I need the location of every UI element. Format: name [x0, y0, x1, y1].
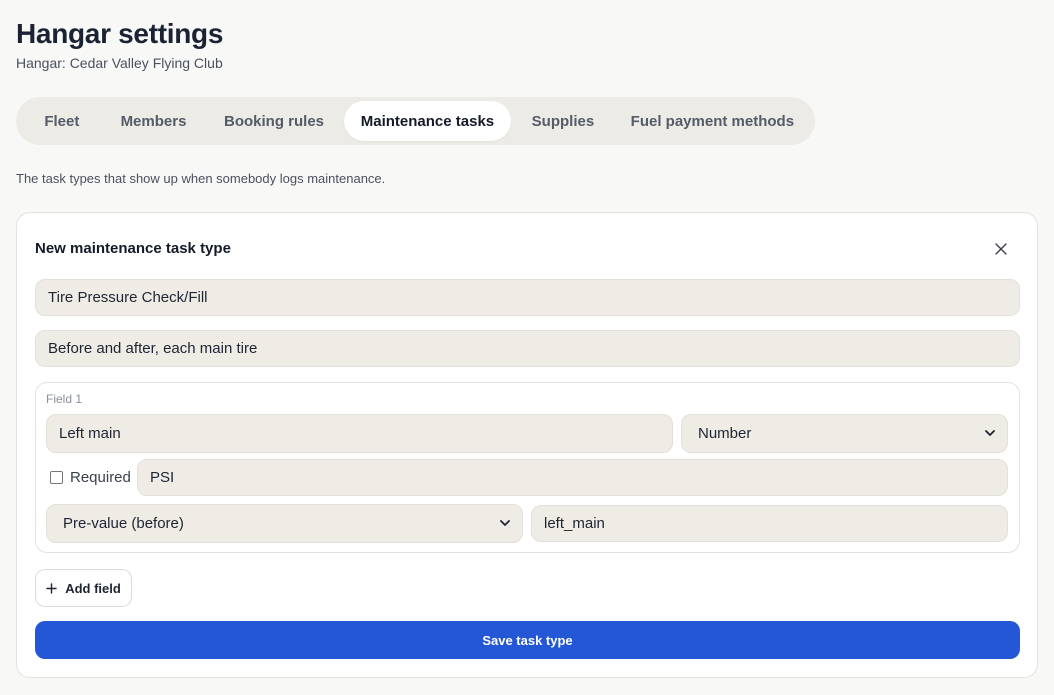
tab-maintenance-tasks[interactable]: Maintenance tasks	[343, 101, 512, 141]
add-field-button[interactable]: Add field	[35, 569, 132, 607]
add-field-label: Add field	[65, 580, 121, 596]
field-caption: Field 1	[46, 392, 83, 406]
field-group: Field 1 Left main Number Required PSI Pr…	[35, 382, 1020, 553]
task-name-input[interactable]: Tire Pressure Check/Fill	[35, 279, 1020, 316]
task-name-value: Tire Pressure Check/Fill	[48, 289, 208, 306]
close-button[interactable]	[989, 237, 1013, 261]
save-task-type-button[interactable]: Save task type	[35, 621, 1020, 659]
task-description-input[interactable]: Before and after, each main tire	[35, 330, 1020, 367]
required-toggle[interactable]: Required	[50, 469, 131, 486]
task-description-value: Before and after, each main tire	[48, 340, 258, 357]
field-timing-select[interactable]: Pre-value (before)	[46, 504, 523, 543]
form-title: New maintenance task type	[35, 240, 231, 257]
tab-members[interactable]: Members	[103, 101, 205, 141]
section-description: The task types that show up when somebod…	[16, 171, 386, 186]
new-task-type-card: New maintenance task type Tire Pressure …	[16, 212, 1038, 678]
page-subtitle: Hangar: Cedar Valley Flying Club	[16, 55, 223, 71]
field-unit-input[interactable]: PSI	[137, 459, 1008, 496]
chevron-down-icon	[500, 520, 510, 526]
field-key-value: left_main	[544, 515, 605, 532]
tab-fuel-payment-methods[interactable]: Fuel payment methods	[615, 101, 810, 141]
settings-tabs: Fleet Members Booking rules Maintenance …	[16, 97, 815, 145]
field-type-value: Number	[698, 425, 752, 442]
plus-icon	[46, 582, 57, 594]
required-label: Required	[70, 469, 131, 486]
tab-booking-rules[interactable]: Booking rules	[204, 101, 343, 141]
field-unit-value: PSI	[150, 469, 175, 486]
tab-fleet[interactable]: Fleet	[21, 101, 103, 141]
page-title: Hangar settings	[16, 18, 224, 49]
tab-supplies[interactable]: Supplies	[511, 101, 615, 141]
field-key-input[interactable]: left_main	[531, 505, 1008, 542]
required-checkbox[interactable]	[50, 471, 63, 484]
chevron-down-icon	[985, 430, 995, 436]
field-label-input[interactable]: Left main	[46, 414, 673, 453]
field-type-select[interactable]: Number	[681, 414, 1008, 453]
close-icon	[995, 243, 1007, 255]
field-timing-value: Pre-value (before)	[63, 515, 184, 532]
field-label-value: Left main	[59, 425, 121, 442]
